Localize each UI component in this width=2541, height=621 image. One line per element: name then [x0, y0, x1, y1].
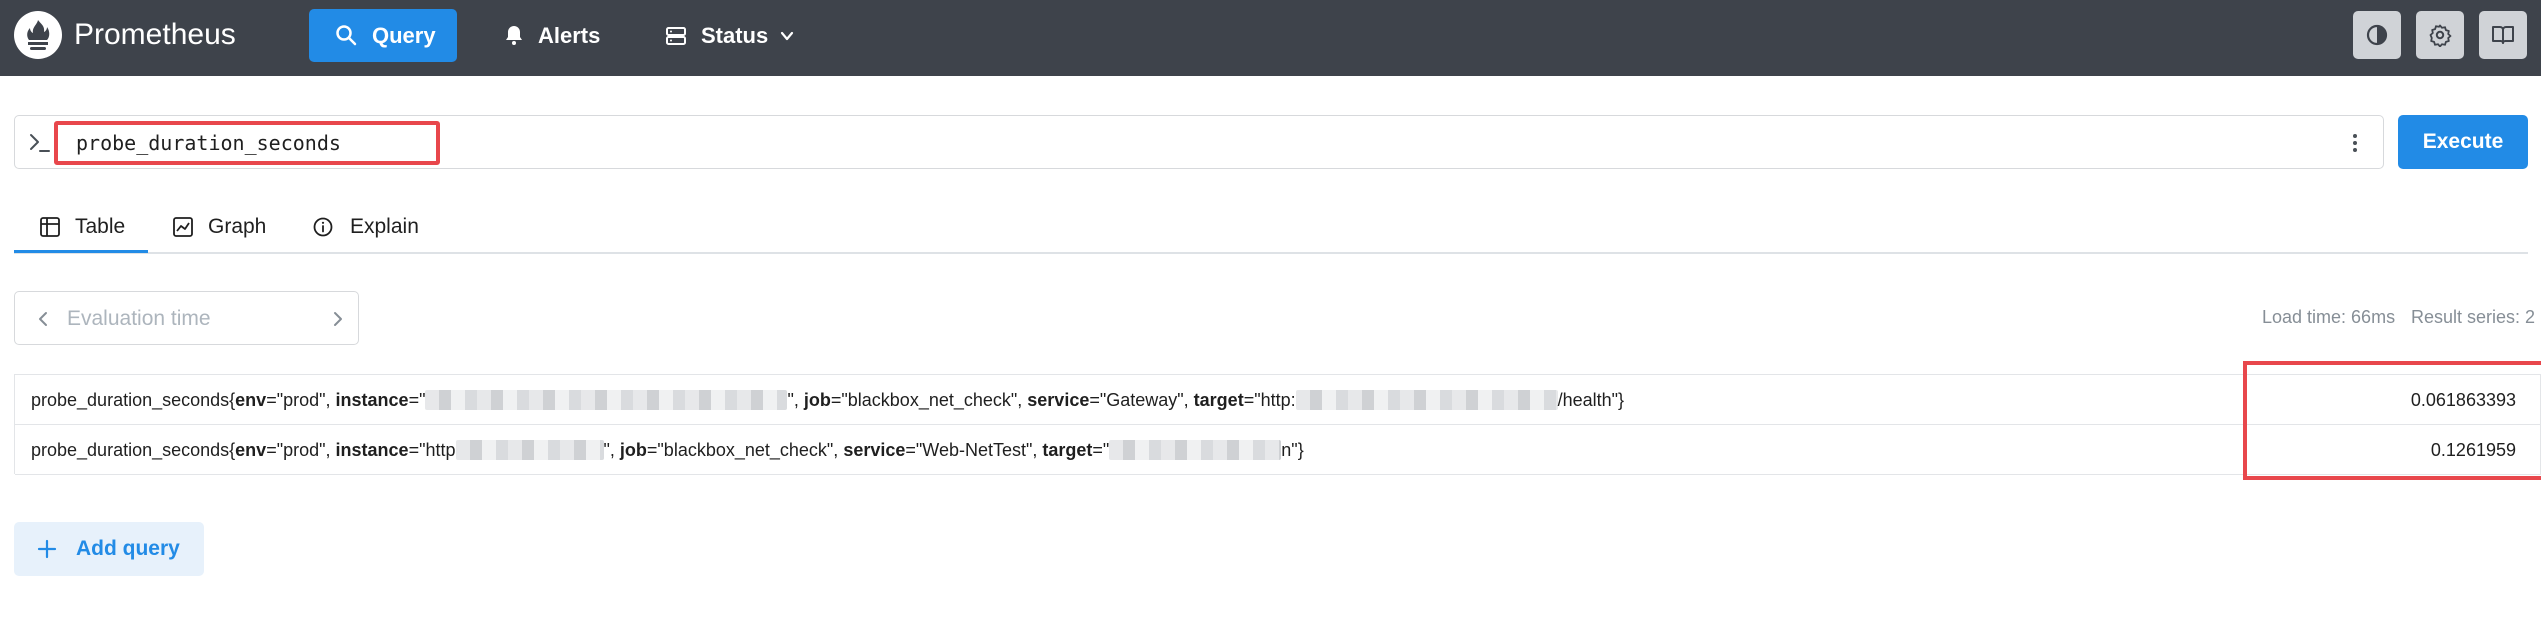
label-key-instance: instance — [335, 440, 409, 460]
bell-icon — [502, 23, 526, 53]
label-value-target-suffix: n"} — [1281, 440, 1304, 460]
evaluation-time-placeholder[interactable]: Evaluation time — [67, 306, 211, 332]
label-value-service: ="Gateway", — [1089, 390, 1194, 410]
label-value-env: ="prod", — [266, 390, 336, 410]
terminal-prompt-icon — [28, 130, 52, 159]
redacted-value — [1295, 390, 1558, 410]
value-column-highlight-box — [2243, 361, 2541, 480]
label-value-env: ="prod", — [266, 440, 336, 460]
help-docs-button[interactable] — [2479, 11, 2527, 59]
active-tab-indicator — [14, 250, 148, 253]
execute-button[interactable]: Execute — [2398, 115, 2528, 169]
add-query-label: Add query — [76, 537, 180, 560]
label-value-target-suffix: /health"} — [1557, 390, 1625, 410]
table-row[interactable]: probe_duration_seconds{env="prod", insta… — [15, 425, 2541, 475]
series-label: probe_duration_seconds{env="prod", insta… — [31, 439, 1304, 461]
label-key-target: target — [1193, 390, 1244, 410]
nav-alerts-label: Alerts — [538, 23, 601, 48]
nav-query-button[interactable]: Query — [309, 9, 457, 62]
theme-toggle-button[interactable] — [2353, 11, 2401, 59]
plus-icon — [36, 538, 58, 566]
tab-explain[interactable]: Explain — [310, 210, 440, 254]
prometheus-logo-icon[interactable] — [14, 11, 62, 59]
add-query-button[interactable]: Add query — [14, 522, 204, 576]
results-table: probe_duration_seconds{env="prod", insta… — [14, 374, 2541, 475]
metric-name: probe_duration_seconds{ — [31, 390, 236, 410]
label-key-target: target — [1042, 440, 1093, 460]
nav-alerts-button[interactable]: Alerts — [500, 9, 620, 62]
nav-status-dropdown[interactable]: Status — [662, 9, 802, 62]
tab-table[interactable]: Table — [14, 210, 148, 254]
tab-explain-label: Explain — [350, 215, 419, 238]
label-value-service: ="Web-NetTest", — [905, 440, 1043, 460]
label-value-target-prefix: =" — [1092, 440, 1110, 460]
tab-graph[interactable]: Graph — [168, 210, 278, 254]
top-nav-bar: Prometheus Query Alerts Status — [0, 0, 2541, 76]
label-key-env: env — [235, 440, 267, 460]
nav-status-label: Status — [701, 23, 769, 48]
table-icon — [39, 216, 61, 244]
nav-query-label: Query — [372, 23, 436, 48]
chevron-left-icon[interactable] — [35, 309, 51, 334]
metric-name: probe_duration_seconds{ — [31, 440, 236, 460]
label-key-job: job — [803, 390, 831, 410]
label-key-service: service — [843, 440, 906, 460]
chevron-down-icon — [778, 25, 796, 51]
label-value-instance-suffix: ", — [787, 390, 804, 410]
label-value-job: ="blackbox_net_check", — [646, 440, 844, 460]
evaluation-time-picker[interactable]: Evaluation time — [14, 291, 359, 345]
table-row[interactable]: probe_duration_seconds{env="prod", insta… — [15, 375, 2541, 425]
label-key-env: env — [235, 390, 267, 410]
expression-highlight-box — [54, 121, 440, 165]
more-options-icon[interactable] — [2350, 131, 2360, 160]
series-label: probe_duration_seconds{env="prod", insta… — [31, 389, 1624, 411]
redacted-value — [425, 390, 788, 410]
label-value-instance-suffix: ", — [603, 440, 620, 460]
server-icon — [664, 24, 688, 54]
graph-icon — [172, 216, 194, 244]
search-icon — [334, 23, 358, 53]
info-icon — [312, 216, 334, 244]
load-time-text: Load time: 66ms — [2262, 307, 2396, 327]
result-series-text: Result series: 2 — [2411, 307, 2536, 327]
label-key-job: job — [619, 440, 647, 460]
tab-table-label: Table — [75, 215, 126, 238]
label-key-service: service — [1027, 390, 1090, 410]
label-value-target-prefix: ="http: — [1243, 390, 1296, 410]
label-key-instance: instance — [335, 390, 409, 410]
label-value-instance-prefix: ="http — [408, 440, 456, 460]
app-root: Prometheus Query Alerts Status probe_dur… — [0, 0, 2541, 621]
tab-graph-label: Graph — [208, 215, 267, 238]
redacted-value — [1109, 440, 1282, 460]
chevron-right-icon[interactable] — [330, 309, 346, 334]
label-value-instance-prefix: =" — [408, 390, 426, 410]
label-value-job: ="blackbox_net_check", — [830, 390, 1028, 410]
brand-title[interactable]: Prometheus — [74, 14, 236, 56]
settings-button[interactable] — [2416, 11, 2464, 59]
redacted-value — [455, 440, 604, 460]
